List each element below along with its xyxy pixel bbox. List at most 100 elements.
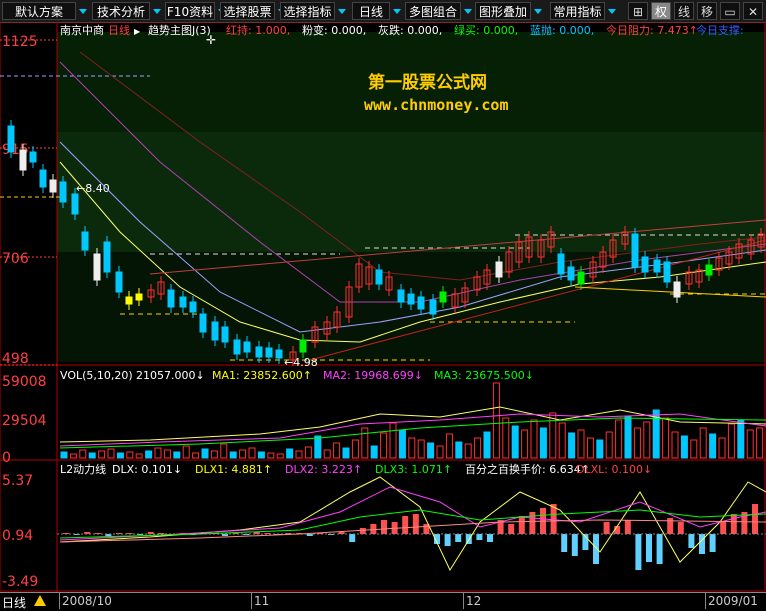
candle-45: [495, 261, 503, 278]
ind-header-item-3: DLX3: 1.071↑: [375, 463, 452, 476]
vol-bar-6: [116, 452, 124, 459]
vol-bar-27: [314, 435, 322, 459]
ind-bar-33: [412, 514, 419, 534]
toolbar-button-0[interactable]: 默认方案: [2, 2, 76, 20]
vol-axis-label-0: 59008: [2, 374, 47, 390]
chevron-down-icon[interactable]: [533, 2, 542, 20]
vol-bar-67: [690, 439, 698, 459]
ind-bar-50: [593, 534, 599, 564]
chevron-down-icon[interactable]: [607, 2, 616, 20]
vol-bar-66: [680, 435, 688, 459]
vol-bar-35: [389, 422, 397, 459]
candle-5: [59, 181, 67, 203]
vol-bar-70: [718, 437, 726, 459]
vol-header-item-0: 21057.000↓: [136, 369, 205, 382]
toolbar-button-5[interactable]: 日线: [352, 2, 390, 20]
indicator-name: 趋势主图J(3): [148, 24, 211, 37]
vol-bar-20: [248, 447, 256, 459]
toolbar-button-7[interactable]: 图形叠加: [475, 2, 531, 20]
candle-36: [397, 289, 405, 303]
ind-bar-40: [487, 534, 493, 542]
ind-header-item-1: DLX1: 4.881↑: [195, 463, 272, 476]
vol-bar-22: [267, 452, 275, 459]
candle-7: [81, 231, 89, 251]
toolbar-button-4[interactable]: 选择指标: [280, 2, 335, 20]
vol-bar-72: [737, 419, 745, 459]
vol-header-0: VOL(5,10,20): [60, 369, 133, 382]
ind-bar-55: [646, 534, 652, 562]
date-tick: [705, 593, 706, 609]
vol-bar-9: [145, 450, 153, 459]
date-tick: [59, 593, 60, 609]
main-header-item-6: 今日支撑:: [696, 23, 744, 37]
candle-21: [233, 339, 241, 355]
vol-bar-68: [699, 427, 707, 459]
line-icon[interactable]: 线: [674, 2, 694, 20]
period-label[interactable]: 日线: [2, 594, 26, 611]
watermark-title: 第一股票公式网: [368, 73, 487, 93]
chevron-down-icon[interactable]: [337, 2, 346, 20]
ind-header-item-2: DLX2: 3.223↑: [285, 463, 362, 476]
main-header-item-4: 蓝抛: 0.000,: [530, 23, 594, 37]
candle-39: [429, 299, 437, 315]
vol-bar-74: [756, 427, 764, 459]
candle-58: [631, 233, 639, 268]
candle-25: [275, 349, 283, 359]
main-header-item-5: 今日阻力: 7.473↑: [606, 23, 698, 37]
vol-bar-55: [577, 429, 585, 459]
candle-65: [705, 264, 713, 276]
candle-16: [179, 296, 187, 308]
toolbar-button-8[interactable]: 常用指标: [550, 2, 605, 20]
vol-bar-16: [210, 450, 218, 459]
vol-bar-62: [643, 421, 651, 459]
vol-bar-23: [276, 453, 284, 459]
toolbar-button-1[interactable]: 技术分析: [92, 2, 150, 20]
vol-bar-69: [709, 433, 717, 459]
vol-bar-2: [79, 449, 87, 459]
chevron-down-icon[interactable]: [463, 2, 472, 20]
vol-bar-53: [558, 422, 566, 459]
vol-bar-21: [257, 451, 265, 459]
vol-bar-29: [333, 442, 341, 459]
ind-header-0: L2动力线: [60, 462, 106, 476]
ind-bar-61: [709, 534, 716, 552]
vol-bar-51: [539, 427, 547, 459]
ind-bar-56: [656, 534, 663, 564]
vol-bar-5: [107, 448, 115, 459]
candle-6: [71, 193, 79, 215]
stock-name: 南京中商: [60, 23, 104, 37]
vol-bar-60: [624, 415, 632, 459]
period-arrow-icon[interactable]: [34, 595, 46, 606]
vol-header-item-3: MA3: 23675.500↓: [434, 369, 534, 382]
vol-axis-label-1: 29504: [2, 413, 47, 429]
main-header-item-2: 灰跌: 0.000,: [378, 23, 442, 37]
ind-bar-51: [603, 522, 610, 534]
vol-bar-4: [98, 450, 106, 459]
ind-bar-36: [444, 534, 451, 546]
ind-header-item-0: DLX: 0.101↓: [112, 463, 182, 476]
quan-icon[interactable]: 权: [651, 2, 671, 20]
candle-52: [567, 266, 575, 281]
date-label-1: 11: [254, 594, 270, 608]
chevron-down-icon[interactable]: [78, 2, 87, 20]
chevron-down-icon[interactable]: [392, 2, 401, 20]
close-icon[interactable]: ✕: [743, 2, 763, 20]
candle-0: [7, 125, 15, 153]
vol-bar-44: [474, 437, 482, 459]
window-icon[interactable]: ▭: [720, 2, 740, 20]
candle-51: [557, 253, 565, 275]
move-icon[interactable]: 移: [697, 2, 717, 20]
toolbar: 默认方案 技术分析 F10资料 选择股票 选择指标 日线 多图组合 图形叠加 常用指标 ⊞ 权线移 ▭…: [0, 0, 766, 23]
vol-ma3: [59, 417, 766, 449]
vol-bar-19: [239, 449, 247, 459]
bg-band-2: [57, 132, 766, 252]
vol-bar-13: [182, 445, 190, 459]
toolbar-button-6[interactable]: 多图组合: [405, 2, 461, 20]
grid-icon[interactable]: ⊞: [628, 2, 648, 20]
vol-bar-11: [163, 449, 171, 459]
toolbar-button-3[interactable]: 选择股票: [220, 2, 275, 20]
chevron-down-icon[interactable]: [152, 2, 161, 20]
toolbar-button-2[interactable]: F10资料: [165, 2, 215, 20]
vol-bar-0: [60, 451, 68, 459]
vol-bar-17: [220, 443, 228, 459]
